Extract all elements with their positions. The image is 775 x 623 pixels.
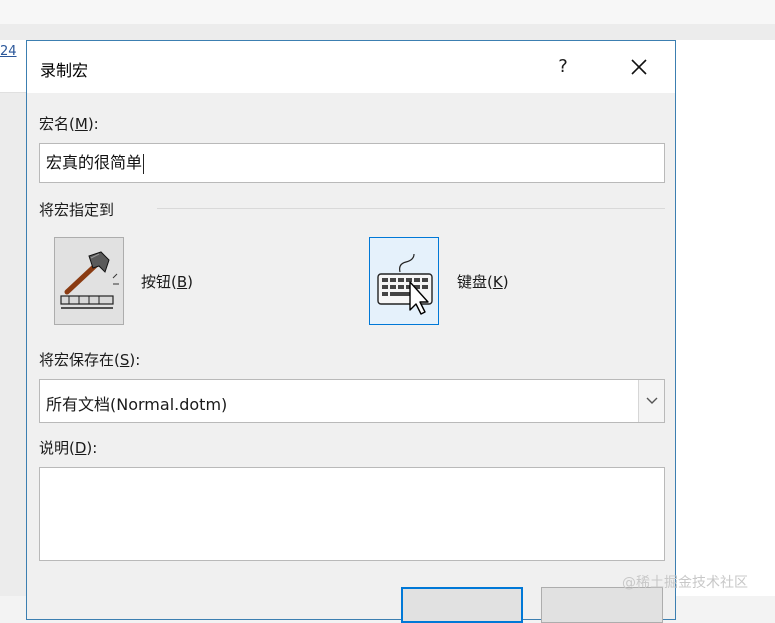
dialog-title: 录制宏	[40, 61, 89, 80]
description-label: 说明(D):	[39, 439, 98, 457]
macro-name-label: 宏名(M):	[39, 115, 99, 133]
description-textarea[interactable]	[39, 467, 665, 561]
dialog-titlebar: 录制宏 ?	[27, 41, 675, 93]
background-page	[676, 90, 775, 596]
store-in-select[interactable]: 所有文档(Normal.dotm)	[39, 379, 665, 423]
assign-to-group-label: 将宏指定到	[39, 201, 115, 219]
keyboard-icon	[377, 253, 433, 315]
close-icon	[631, 59, 647, 75]
assign-to-button-label[interactable]: 按钮(B)	[141, 271, 193, 292]
store-in-label: 将宏保存在(S):	[39, 351, 141, 369]
group-divider	[157, 208, 665, 209]
background-titlebar	[0, 0, 775, 24]
store-in-selected-value: 所有文档(Normal.dotm)	[46, 395, 228, 414]
chevron-down-icon	[646, 397, 657, 404]
assign-to-button-button[interactable]	[54, 237, 124, 325]
record-macro-dialog: 录制宏 ? 宏名(M): 宏真的很简单 将宏指定到 按钮(B) 键盘(K) 将宏…	[26, 40, 676, 623]
close-button[interactable]	[619, 51, 659, 83]
ok-button[interactable]	[401, 587, 523, 623]
background-link[interactable]: 24	[0, 44, 17, 59]
assign-to-keyboard-label[interactable]: 键盘(K)	[457, 271, 509, 292]
macro-name-input[interactable]: 宏真的很简单	[39, 143, 665, 183]
text-caret	[143, 153, 145, 174]
watermark: @稀土掘金技术社区	[622, 575, 748, 591]
cancel-button[interactable]	[541, 587, 663, 623]
help-button[interactable]: ?	[551, 53, 575, 81]
dropdown-arrow[interactable]	[638, 380, 664, 422]
hammer-icon	[60, 251, 119, 309]
assign-to-keyboard-button[interactable]	[369, 237, 439, 325]
